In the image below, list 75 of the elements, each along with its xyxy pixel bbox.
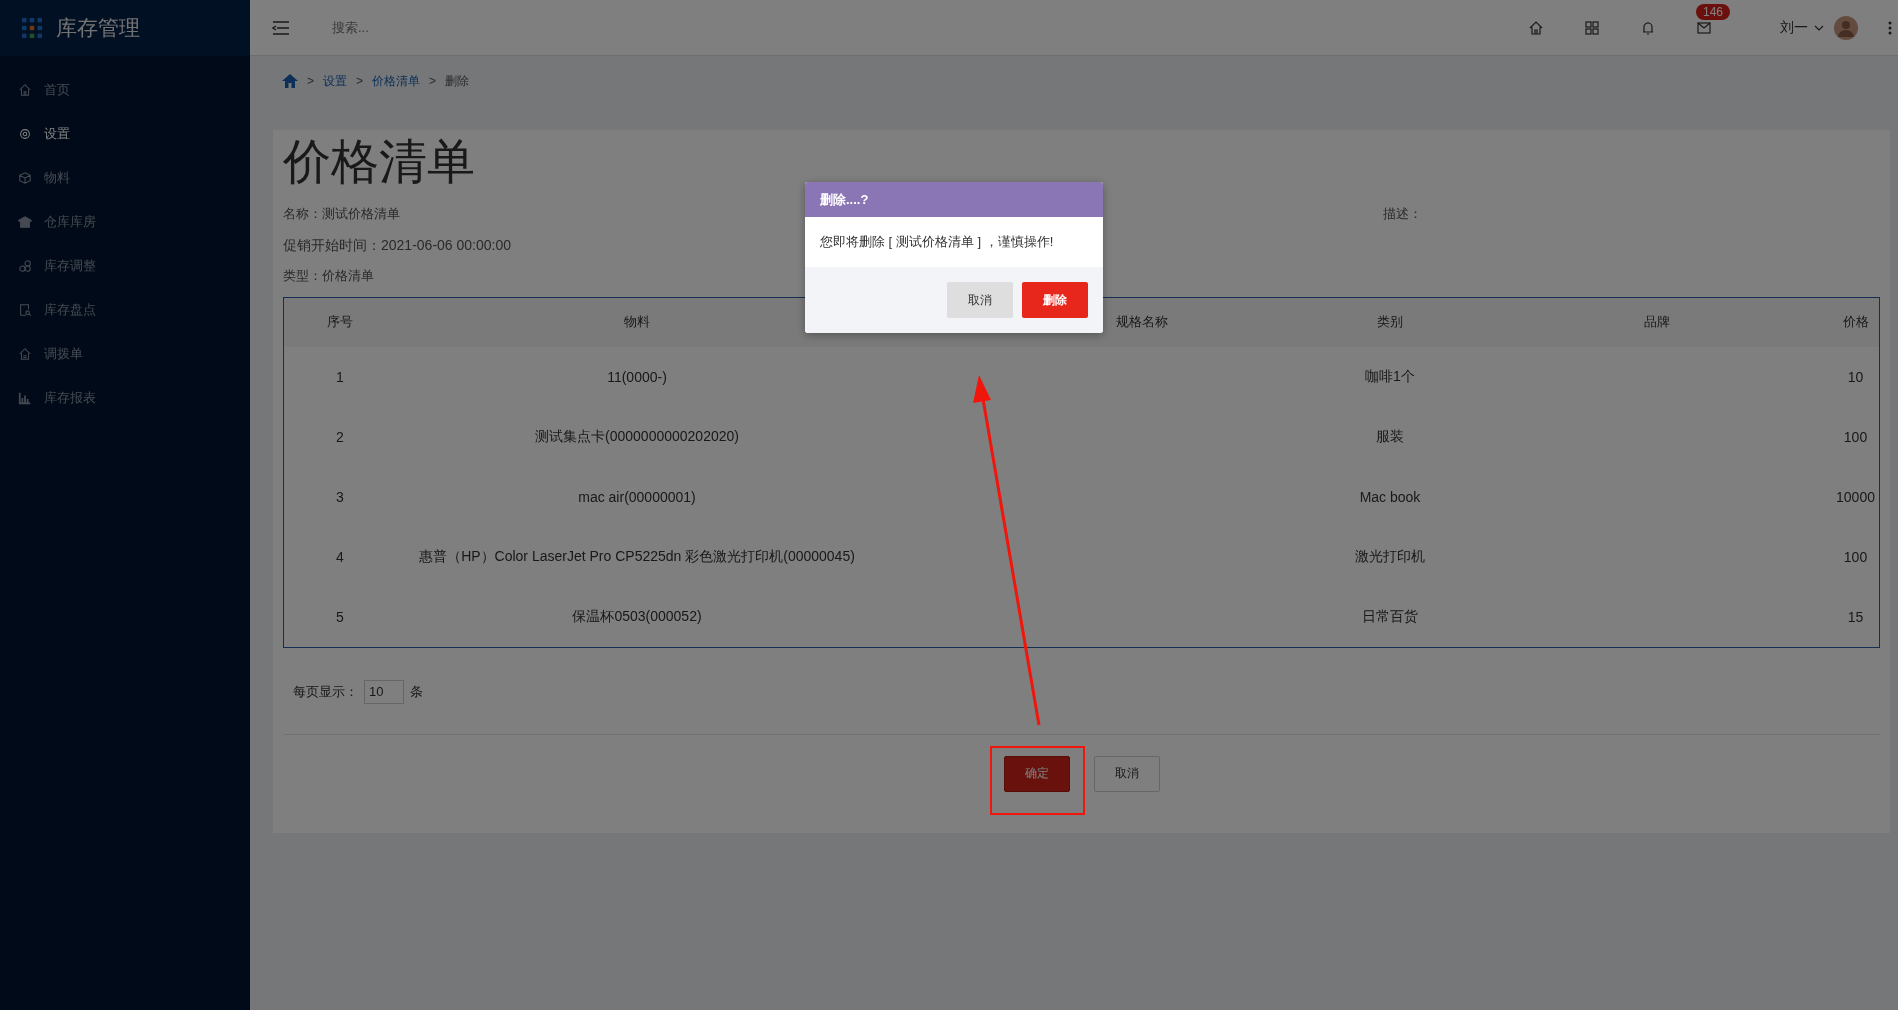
sidebar-item[interactable]: 库存调整 (0, 244, 250, 288)
table-cell: 日常百货 (1362, 607, 1418, 624)
sidebar-item[interactable]: 物料 (0, 156, 250, 200)
table-cell: 3 (336, 488, 344, 505)
menu-icon[interactable] (272, 20, 290, 35)
breadcrumb-link[interactable]: 价格清单 (372, 72, 421, 90)
gear-icon (18, 127, 32, 141)
cancel-button[interactable]: 取消 (947, 282, 1013, 318)
table-cell: 惠普（HP）Color LaserJet Pro CP5225dn 彩色激光打印机(00000045) (419, 547, 855, 564)
user-name[interactable]: 刘一 (1780, 18, 1808, 37)
breadcrumb-separator: > (356, 74, 364, 88)
table-cell: 1 (336, 368, 344, 385)
page-size-label: 每页显示： (293, 682, 358, 701)
sidebar-item[interactable]: 库存报表 (0, 376, 250, 420)
logo-icon (22, 18, 42, 38)
table-cell: 100 (1843, 428, 1868, 445)
delete-button[interactable]: 删除 (1022, 282, 1088, 318)
breadcrumb-current[interactable]: 删除 (445, 72, 470, 90)
breadcrumb-link[interactable]: 设置 (323, 72, 347, 90)
info-text: 促销开始时间：2021-06-06 00:00:00 (283, 235, 511, 254)
table-cell: 测试集点卡(0000000000202020) (535, 427, 739, 444)
sidebar-item[interactable]: 调拨单 (0, 332, 250, 376)
column-header: 品牌 (1643, 313, 1671, 332)
table-cell: 100 (1843, 548, 1868, 565)
table-cell: 服装 (1376, 427, 1404, 444)
page-title: 价格清单 (283, 136, 476, 189)
info-text: 类型：价格清单 (283, 266, 374, 285)
warehouse-icon (18, 215, 32, 229)
chart-icon (18, 391, 32, 405)
column-header: 序号 (326, 313, 354, 332)
table-cell: mac air(00000001) (578, 488, 696, 505)
mail-icon[interactable] (1696, 19, 1712, 36)
page-size-unit: 条 (410, 682, 423, 701)
sidebar-item[interactable]: 仓库库房 (0, 200, 250, 244)
description-label: 描述： (1383, 204, 1422, 223)
more-icon[interactable] (1888, 19, 1892, 36)
chevron-down-icon[interactable] (1814, 24, 1824, 31)
table-cell: 5 (336, 608, 344, 625)
avatar[interactable] (1834, 15, 1858, 40)
grid-icon[interactable] (1584, 19, 1600, 36)
breadcrumb-separator: > (429, 74, 437, 88)
sidebar-item[interactable]: 首页 (0, 68, 250, 112)
table-cell: 保温杯0503(000052) (572, 607, 702, 624)
dialog-message: 您即将删除 [ 测试价格清单 ] ，谨慎操作! (820, 233, 1054, 251)
table-cell: 11(0000-) (607, 368, 667, 385)
sidebar-item[interactable]: 库存盘点 (0, 288, 250, 332)
table-cell: 咖啡1个 (1365, 367, 1415, 384)
home-icon[interactable] (1528, 19, 1544, 36)
column-header: 规格名称 (1115, 313, 1169, 332)
bell-icon[interactable] (1640, 19, 1656, 36)
home-icon (18, 83, 32, 97)
column-header: 物料 (623, 313, 651, 332)
search-doc-icon (18, 303, 32, 317)
circles-icon (18, 259, 32, 273)
table-cell: Mac book (1359, 488, 1421, 505)
breadcrumb-separator: > (307, 74, 314, 88)
cube-icon (18, 171, 32, 185)
table-cell: 4 (336, 548, 344, 565)
column-header: 价格 (1841, 313, 1870, 332)
notification-badge: 146 (1696, 3, 1731, 20)
info-text: 名称：测试价格清单 (283, 204, 400, 223)
page-size-field[interactable]: 10 (364, 679, 404, 704)
column-header: 类别 (1376, 313, 1404, 332)
table-cell: 2 (336, 428, 344, 445)
dialog-title: 删除....? (820, 190, 869, 209)
cancel-button[interactable]: 取消 (1093, 755, 1160, 792)
table-cell: 10 (1847, 368, 1864, 385)
app-title: 库存管理 (56, 15, 140, 41)
search-field[interactable]: 搜索... (330, 19, 634, 36)
table-cell: 10000 (1836, 488, 1875, 505)
table-cell: 15 (1847, 608, 1864, 625)
table-cell: 激光打印机 (1355, 547, 1425, 564)
home-icon[interactable] (282, 74, 298, 88)
confirm-button[interactable]: 确定 (1003, 755, 1070, 792)
sidebar-item[interactable]: 设置 (0, 112, 250, 156)
